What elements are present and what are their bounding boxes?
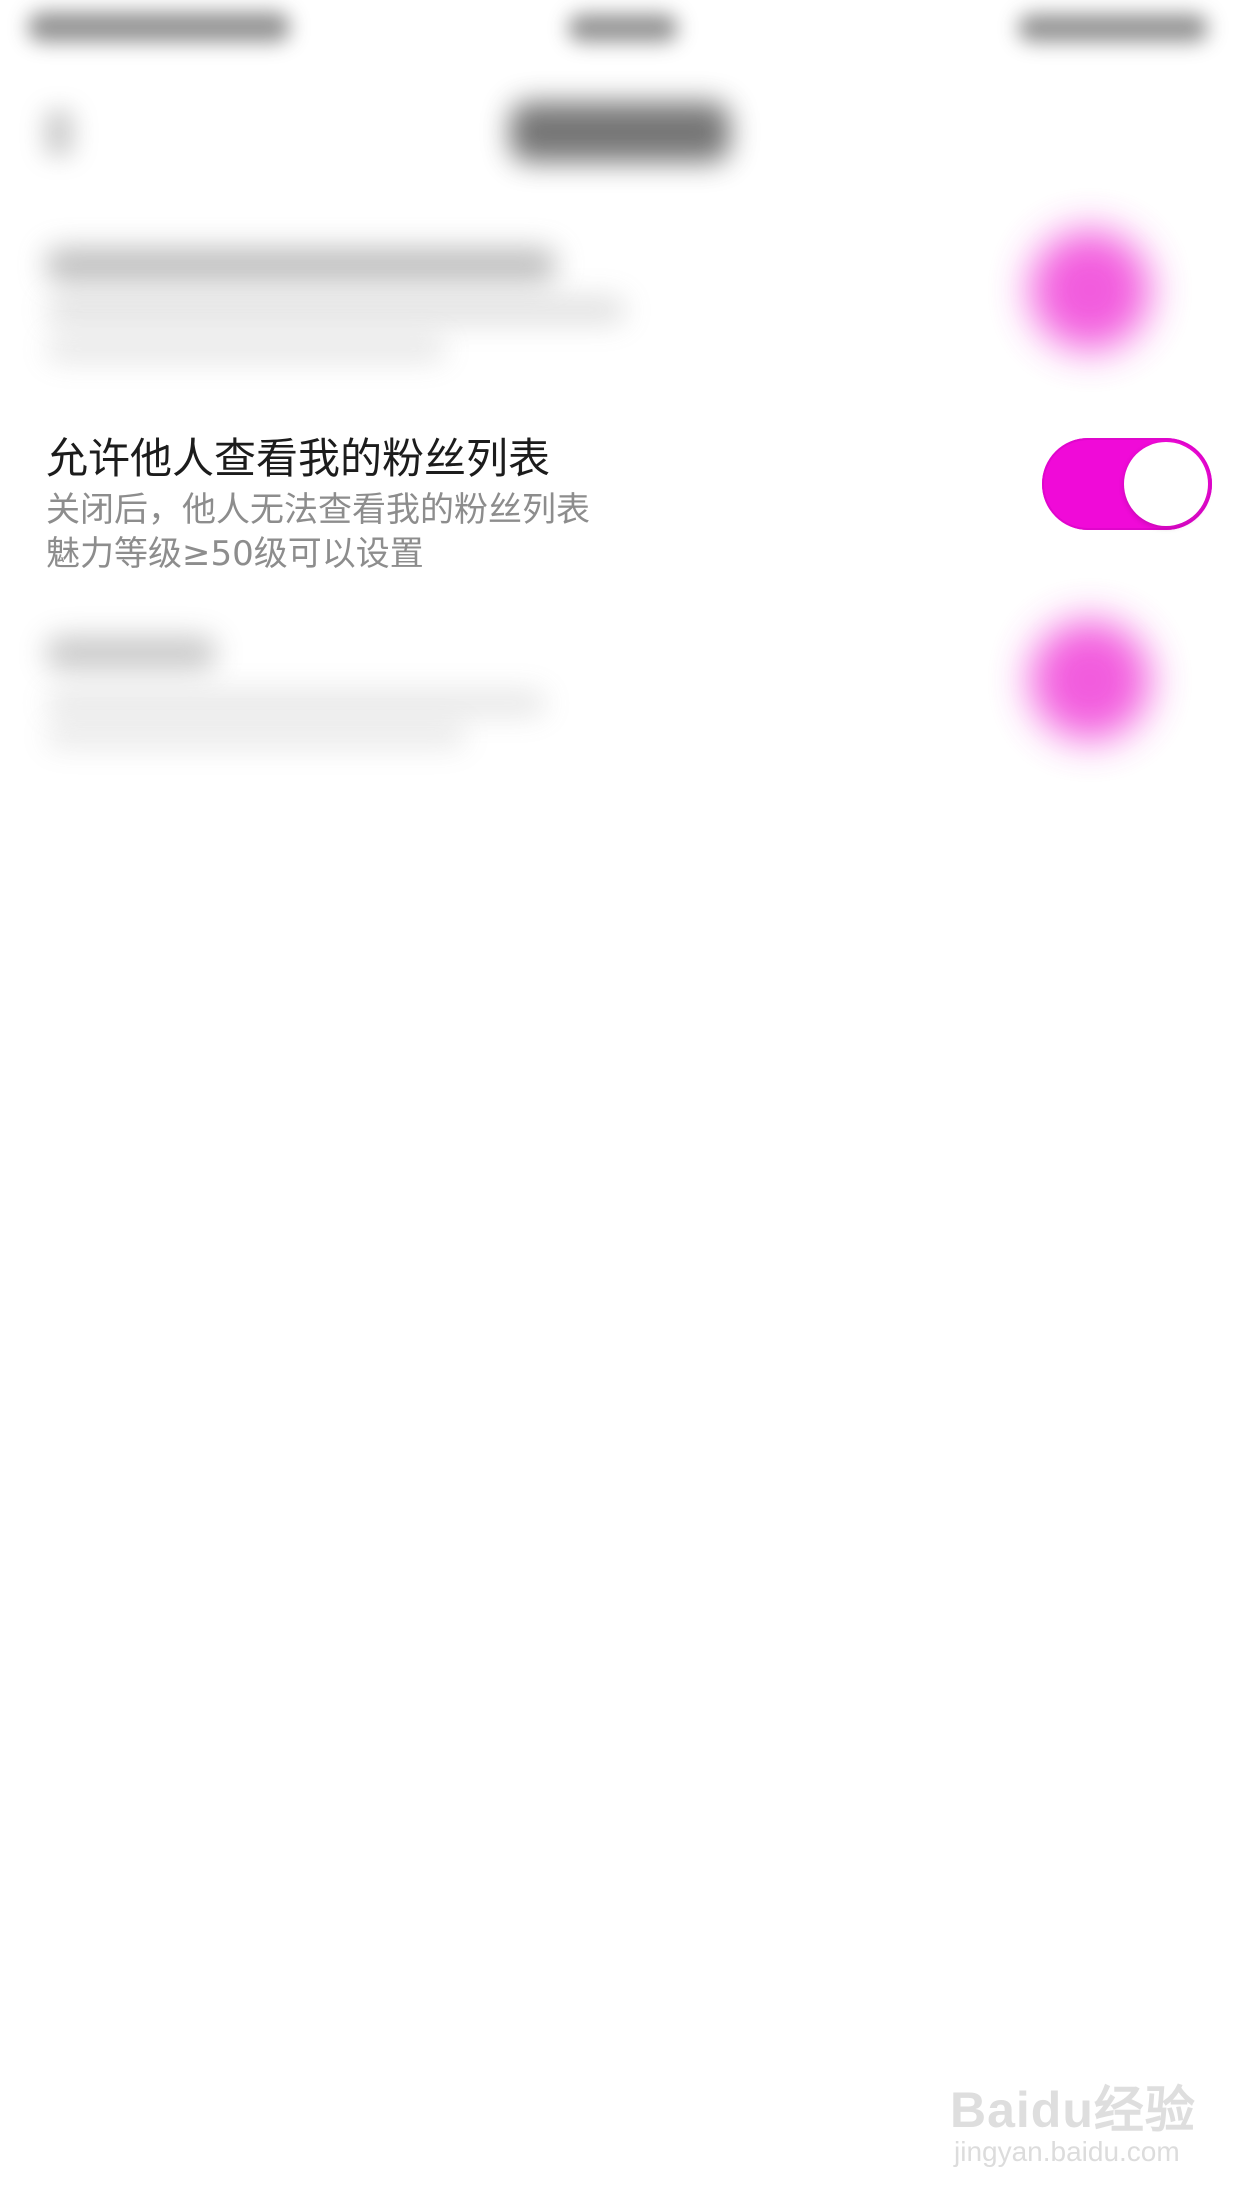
blurred-desc: [46, 724, 466, 748]
status-bar-time-blur: [568, 14, 678, 42]
setting-requirement: 魅力等级≥50级可以设置: [46, 534, 424, 574]
setting-row-fan-list: 允许他人查看我的粉丝列表 关闭后，他人无法查看我的粉丝列表 魅力等级≥50级可以…: [0, 410, 1242, 590]
setting-row-blurred-1: [0, 220, 1242, 380]
status-bar-battery-blur: [1018, 14, 1208, 42]
fan-list-visibility-toggle[interactable]: [1042, 438, 1212, 530]
blurred-desc: [46, 296, 626, 324]
blurred-title: [46, 636, 216, 670]
nav-title-blur: [510, 102, 730, 162]
watermark-url: jingyan.baidu.com: [954, 2136, 1180, 2167]
privacy-settings-screen: 允许他人查看我的粉丝列表 关闭后，他人无法查看我的粉丝列表 魅力等级≥50级可以…: [0, 0, 1242, 2208]
blurred-desc: [46, 690, 546, 716]
watermark-logo: Baidu经验: [950, 2082, 1196, 2138]
status-bar-carrier-blur: [28, 12, 290, 42]
blurred-toggle-2[interactable]: [1030, 620, 1150, 740]
setting-row-blurred-2: [0, 620, 1242, 780]
status-bar: [0, 0, 1242, 62]
back-arrow-icon[interactable]: [44, 110, 74, 156]
blurred-toggle-1[interactable]: [1030, 230, 1150, 350]
baidu-jingyan-watermark: Baidu经验 jingyan.baidu.com: [950, 2070, 1195, 2180]
setting-title: 允许他人查看我的粉丝列表: [46, 434, 551, 483]
setting-description: 关闭后，他人无法查看我的粉丝列表: [46, 490, 590, 530]
toggle-knob: [1124, 442, 1208, 526]
blurred-desc: [46, 336, 446, 362]
blurred-title: [46, 248, 556, 282]
navigation-bar: [0, 62, 1242, 182]
